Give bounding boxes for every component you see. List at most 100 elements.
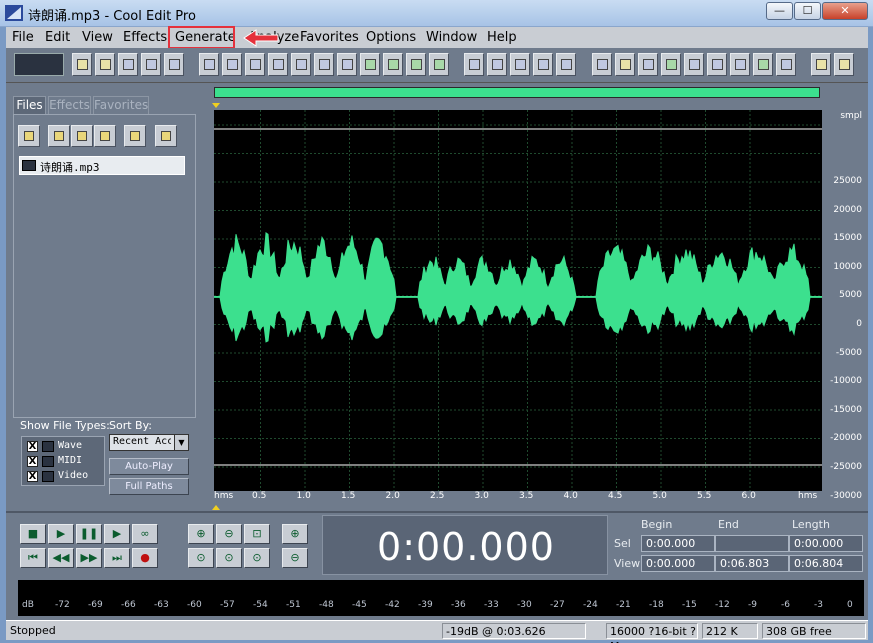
panel-icon[interactable] [776,53,796,76]
new-file-icon[interactable] [72,53,92,76]
menu-help[interactable]: Help [487,30,517,45]
envelope-icon[interactable] [429,53,449,76]
grid-icon[interactable] [510,53,530,76]
pause-icon[interactable]: ❚❚ [76,524,102,544]
time-tick-label: 6.0 [741,491,756,501]
zoom-selection-icon[interactable]: ⊙ [244,548,270,568]
meter-icon[interactable] [753,53,773,76]
redo-icon[interactable] [222,53,242,76]
open-folder-icon[interactable] [18,125,40,147]
maximize-button[interactable]: ☐ [794,2,821,20]
time-axis: hms hms 0.5 1.0 1.5 2.0 2.5 3.0 3.5 4.0 4.5 5.0 5.… [214,491,822,505]
help-icon[interactable] [834,53,854,76]
paste-icon[interactable] [337,53,357,76]
status-size: 212 K [702,623,758,639]
copy-icon[interactable] [291,53,311,76]
selection-start-marker-icon[interactable] [212,103,220,108]
zoom-to-left-icon[interactable]: ⊙ [188,548,214,568]
trim-icon[interactable] [360,53,380,76]
list-item[interactable]: 诗朗诵.mp3 [19,156,185,175]
window-3-icon[interactable] [638,53,658,76]
overview-bar[interactable] [214,87,820,98]
show-file-types-label: Show File Types: [20,419,110,432]
sel-length-field[interactable]: 0:00.000 [789,535,863,552]
close-file-icon[interactable] [164,53,184,76]
draw-icon[interactable] [464,53,484,76]
menu-window[interactable]: Window [426,30,477,45]
zoom-out-icon[interactable]: ⊖ [216,524,242,544]
toggle-waveform-view-button[interactable] [14,53,64,76]
zoom-to-right-icon[interactable]: ⊙ [216,548,242,568]
wave-checkbox[interactable]: X [27,441,38,452]
tab-files[interactable]: Files [13,96,46,114]
play-icon[interactable] [661,53,681,76]
play-icon[interactable]: ▶ [48,524,74,544]
menu-view[interactable]: View [82,30,113,45]
mix-paste-icon[interactable] [383,53,403,76]
menu-favorites[interactable]: Favorites [300,30,359,45]
settings-gear-icon[interactable] [124,125,146,147]
settings-icon[interactable] [811,53,831,76]
open-file-icon[interactable] [95,53,115,76]
full-paths-button[interactable]: Full Paths [109,478,189,495]
go-to-end-icon[interactable]: ⏭ [104,548,130,568]
bars-icon[interactable] [730,53,750,76]
waveform-graph [214,110,822,491]
fast-forward-icon[interactable]: ▶▶ [76,548,102,568]
play-to-end-icon[interactable]: ▶ [104,524,130,544]
window-icon[interactable] [592,53,612,76]
red-arrow-annotation [243,29,279,47]
save-as-icon[interactable] [141,53,161,76]
zoom-in-icon[interactable]: ⊕ [188,524,214,544]
help-question-icon[interactable] [155,125,177,147]
tab-effects[interactable]: Effects [48,96,91,114]
chevron-down-icon[interactable]: ▼ [174,435,188,450]
menu-file[interactable]: File [12,30,34,45]
undo-icon[interactable] [199,53,219,76]
zoom-full-icon[interactable]: ⊡ [244,524,270,544]
view-length-field[interactable]: 0:06.804 [789,555,863,572]
zoom-in-vertical-icon[interactable]: ⊕ [282,524,308,544]
tab-favorites[interactable]: Favorites [93,96,149,114]
waveform-display[interactable] [214,110,822,491]
grid-3-icon[interactable] [556,53,576,76]
sel-begin-field[interactable]: 0:00.000 [641,535,715,552]
window-2-icon[interactable] [615,53,635,76]
zoom-icon[interactable] [684,53,704,76]
menu-options[interactable]: Options [366,30,416,45]
repeat-icon[interactable] [245,53,265,76]
mix-icon[interactable] [406,53,426,76]
rewind-icon[interactable]: ◀◀ [48,548,74,568]
time-icon[interactable] [707,53,727,76]
minimize-button[interactable]: — [766,2,793,20]
cut-icon[interactable] [268,53,288,76]
amp-tick-label: -30000 [830,490,862,501]
insert-multitrack-icon[interactable] [71,125,93,147]
meter-tick-label: -12 [715,600,730,610]
auto-play-button[interactable]: Auto-Play [109,458,189,475]
video-checkbox[interactable]: X [27,471,38,482]
stop-icon[interactable]: ■ [20,524,46,544]
menu-effects[interactable]: Effects [123,30,167,45]
record-icon[interactable]: ● [132,548,158,568]
zoom-out-vertical-icon[interactable]: ⊖ [282,548,308,568]
menu-edit[interactable]: Edit [45,30,70,45]
grid-2-icon[interactable] [533,53,553,76]
close-selected-icon[interactable] [48,125,70,147]
sort-by-select[interactable]: Recent Acc ▼ [109,434,189,451]
go-to-start-icon[interactable]: ⏮ [20,548,46,568]
view-begin-field[interactable]: 0:00.000 [641,555,715,572]
scissors-icon[interactable] [314,53,334,76]
file-type-options: Show File Types: Sort By: X Wave X MIDI … [18,419,198,534]
flag-icon[interactable] [487,53,507,76]
sel-end-field[interactable] [715,535,789,552]
time-unit-label-left: hms [214,491,234,501]
close-button[interactable]: ✕ [822,2,868,20]
edit-file-icon[interactable] [94,125,116,147]
loop-icon[interactable]: ∞ [132,524,158,544]
selection-end-marker-icon[interactable] [212,505,220,510]
meter-tick-label: -72 [55,600,70,610]
view-end-field[interactable]: 0:06.803 [715,555,789,572]
save-icon[interactable] [118,53,138,76]
midi-checkbox[interactable]: X [27,456,38,467]
